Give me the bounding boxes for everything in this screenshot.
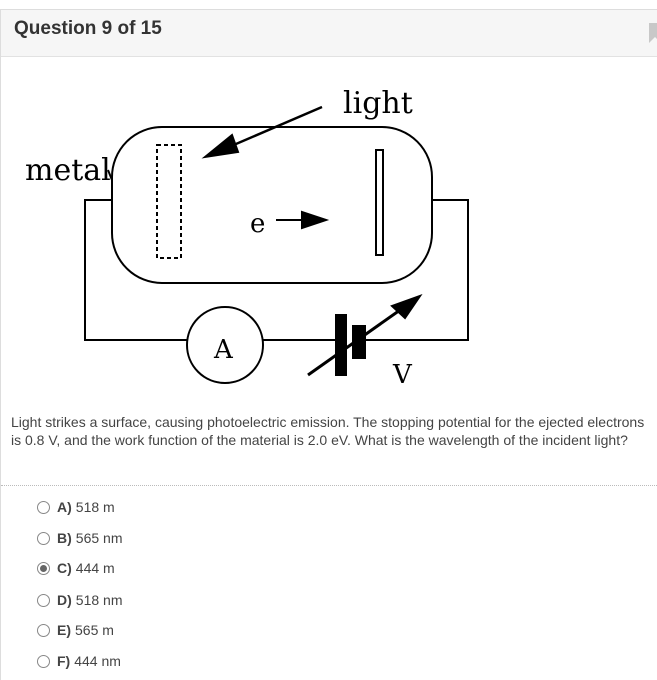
option-letter: C) — [57, 560, 72, 576]
answer-option[interactable]: F) 444 nm — [37, 653, 121, 669]
option-letter: F) — [57, 653, 71, 669]
option-text: 565 m — [75, 622, 114, 638]
radio-button[interactable] — [37, 500, 50, 514]
answer-option[interactable]: E) 565 m — [37, 622, 114, 638]
option-text: 518 nm — [75, 592, 123, 608]
light-arrow — [221, 105, 323, 152]
answer-option[interactable]: A) 518 m — [37, 499, 115, 515]
option-text: 518 m — [75, 499, 115, 515]
option-letter: B) — [57, 530, 72, 546]
radio-button[interactable] — [37, 531, 50, 545]
radio-button[interactable] — [37, 623, 50, 637]
question-text: Light strikes a surface, causing photoel… — [11, 414, 645, 448]
collector-plate — [375, 149, 384, 256]
option-letter: A) — [57, 499, 72, 515]
bookmark-icon[interactable] — [649, 23, 657, 43]
option-text: 444 nm — [74, 653, 121, 669]
option-text: 565 nm — [75, 530, 123, 546]
light-label: light — [343, 86, 413, 121]
option-text: 444 m — [75, 560, 115, 576]
radio-button[interactable] — [37, 654, 50, 668]
radio-button[interactable] — [37, 593, 50, 607]
question-title: Question 9 of 15 — [14, 18, 162, 39]
metal-plate — [156, 144, 182, 259]
option-letter: E) — [57, 622, 71, 638]
answer-option[interactable]: B) 565 nm — [37, 530, 122, 546]
question-header: Question 9 of 15 — [1, 10, 657, 57]
answer-option[interactable]: C) 444 m — [37, 560, 115, 576]
radio-button[interactable] — [37, 561, 50, 575]
voltage-label: V — [392, 360, 413, 390]
battery — [335, 314, 347, 376]
ammeter-label: A — [213, 335, 234, 365]
option-letter: D) — [57, 592, 72, 608]
electron-label: e — [250, 209, 265, 239]
divider — [1, 485, 657, 486]
metal-label: metal — [25, 153, 111, 188]
answer-option[interactable]: D) 518 nm — [37, 592, 122, 608]
photoelectric-diagram: light metal e A V — [25, 86, 469, 390]
